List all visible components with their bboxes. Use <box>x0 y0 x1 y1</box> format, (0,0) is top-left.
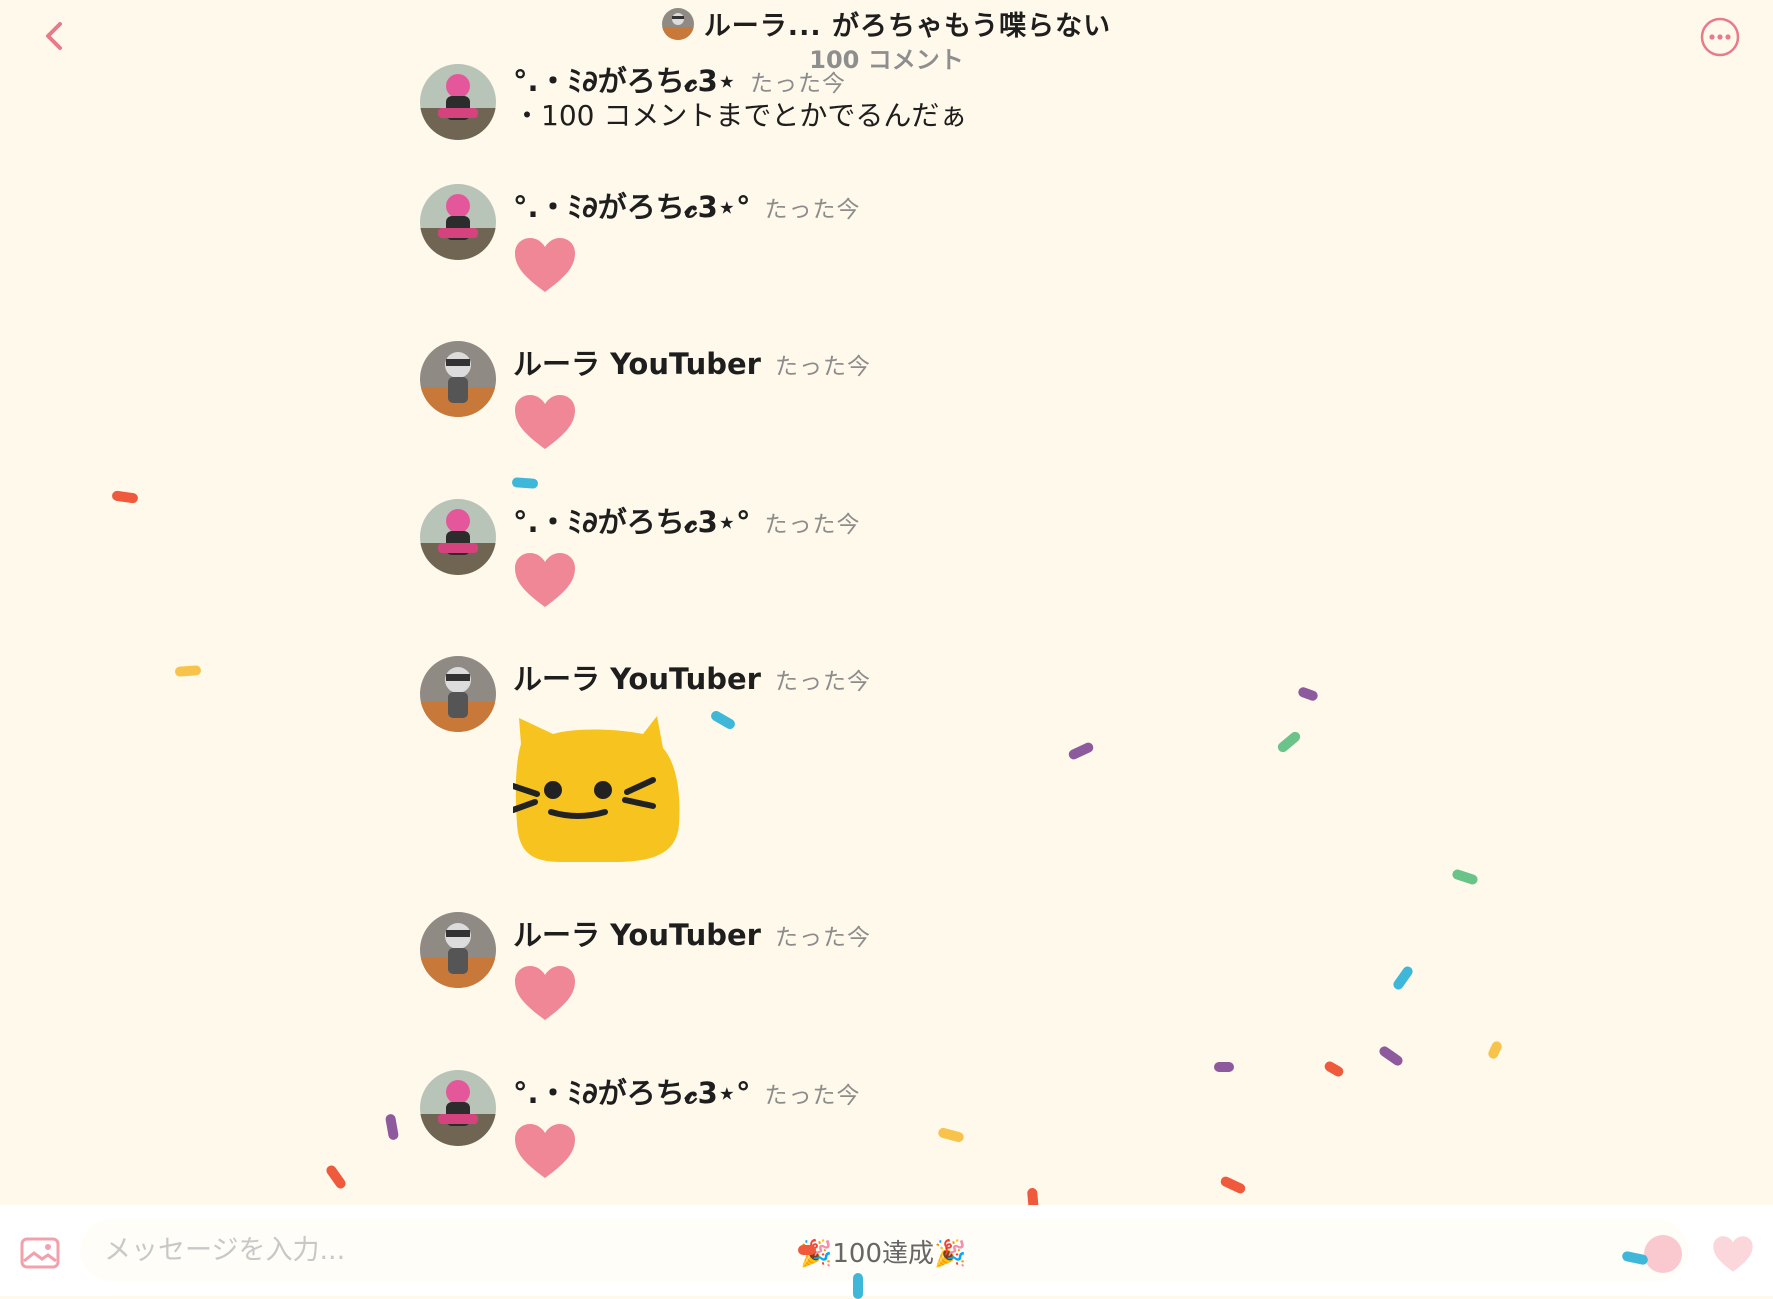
sender-name: ルーラ YouTuber たった今 <box>513 662 871 696</box>
confetti-piece <box>1026 1187 1040 1205</box>
confetti-piece <box>1322 1059 1346 1079</box>
avatar[interactable] <box>420 656 496 732</box>
timestamp: たった今 <box>764 197 861 223</box>
confetti-piece <box>111 490 139 504</box>
message-feed[interactable]: °.・ﾐ∂がろち𝓬3⋆ たった今 ・100 コメントまでとかでるんだぁ °.・ﾐ∂… <box>0 0 1773 1205</box>
chat-title-area[interactable]: ルーラ... がろちゃもう喋らない <box>0 4 1773 44</box>
confetti-piece <box>1067 740 1095 762</box>
confetti-piece <box>511 477 539 489</box>
title-avatar <box>661 7 694 40</box>
confetti-piece <box>1451 868 1479 886</box>
confetti-piece <box>1391 964 1415 992</box>
confetti-piece <box>853 1273 863 1299</box>
confetti-piece <box>709 709 737 731</box>
heart-reaction-icon <box>515 238 575 292</box>
heart-icon[interactable] <box>1712 1235 1754 1273</box>
timestamp: たった今 <box>774 669 871 695</box>
confetti-piece <box>384 1113 400 1141</box>
milestone-banner: 🎉100達成🎉 <box>800 1239 967 1269</box>
heart-reaction-icon <box>515 966 575 1020</box>
confetti-piece <box>1214 1062 1234 1072</box>
chat-header: ルーラ... がろちゃもう喋らない 100 コメント <box>0 0 1773 74</box>
sender-name: °.・ﾐ∂がろち𝓬3⋆° たった今 <box>513 1076 861 1110</box>
sender-name: °.・ﾐ∂がろち𝓬3⋆° たった今 <box>513 505 861 539</box>
timestamp: たった今 <box>774 925 871 951</box>
sender-name: ルーラ YouTuber たった今 <box>513 918 871 952</box>
confetti-piece <box>1275 729 1303 755</box>
avatar[interactable] <box>420 912 496 988</box>
confetti-piece <box>1296 685 1320 703</box>
avatar[interactable] <box>420 64 496 140</box>
message-text: ・100 コメントまでとかでるんだぁ <box>513 99 968 132</box>
avatar[interactable] <box>420 184 496 260</box>
confetti-piece <box>324 1163 348 1191</box>
avatar[interactable] <box>420 341 496 417</box>
heart-reaction-icon <box>515 395 575 449</box>
confetti-piece <box>798 1245 816 1255</box>
cat-sticker-icon <box>513 716 680 862</box>
timestamp: たった今 <box>764 512 861 538</box>
page-title: ルーラ... がろちゃもう喋らない <box>703 11 1112 42</box>
confetti-piece <box>1219 1174 1247 1196</box>
timestamp: たった今 <box>774 354 871 380</box>
confetti-piece <box>937 1126 965 1144</box>
emoji-icon[interactable] <box>1644 1235 1682 1273</box>
avatar[interactable] <box>420 1070 496 1146</box>
sender-name: ルーラ YouTuber たった今 <box>513 347 871 381</box>
confetti-piece <box>1486 1039 1504 1061</box>
confetti-piece <box>1377 1044 1405 1068</box>
message-input-bar: 🎉100達成🎉 <box>0 1205 1773 1299</box>
comment-count: 100 コメント <box>809 46 964 74</box>
image-icon[interactable] <box>20 1237 60 1269</box>
heart-reaction-icon <box>515 1124 575 1178</box>
sender-name: °.・ﾐ∂がろち𝓬3⋆° たった今 <box>513 190 861 224</box>
heart-reaction-icon <box>515 553 575 607</box>
more-icon[interactable] <box>1700 17 1740 57</box>
timestamp: たった今 <box>764 1083 861 1109</box>
avatar[interactable] <box>420 499 496 575</box>
confetti-piece <box>174 665 202 677</box>
